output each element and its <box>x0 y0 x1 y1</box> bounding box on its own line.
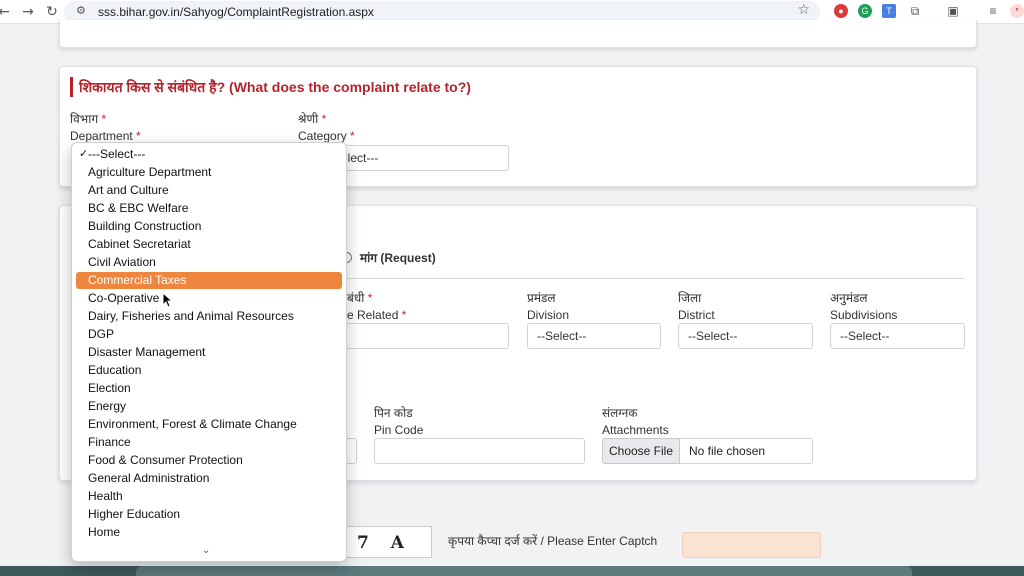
dropdown-option[interactable]: Cabinet Secretariat <box>76 236 342 253</box>
department-dropdown-list[interactable]: ✓ ---Select--- Agriculture Department Art… <box>71 142 347 562</box>
bookmark-star-icon[interactable]: ☆ <box>797 2 810 18</box>
request-label: मांग (Request) <box>360 251 436 265</box>
taskbar-window <box>136 566 912 576</box>
dropdown-option[interactable]: Art and Culture <box>76 182 342 199</box>
translate-icon[interactable]: T <box>882 4 896 18</box>
scroll-down-chevron-icon[interactable]: ⌄ <box>202 545 210 556</box>
reload-icon[interactable]: ↻ <box>42 2 62 22</box>
dropdown-option[interactable]: Civil Aviation <box>76 254 342 271</box>
district-label: District <box>678 308 715 322</box>
subdivision-select[interactable]: --Select-- <box>830 323 965 349</box>
district-label-hindi: जिला <box>678 291 702 305</box>
subdivision-label: Subdivisions <box>830 308 898 322</box>
dropdown-option[interactable]: DGP <box>76 326 342 343</box>
attachments-label-hindi: संलग्नक <box>602 406 638 420</box>
captcha-text: 7 A <box>357 533 412 553</box>
previous-section-card <box>59 20 977 48</box>
pincode-label-hindi: पिन कोड <box>374 406 413 420</box>
divider <box>347 278 965 279</box>
dropdown-option[interactable]: Education <box>76 362 342 379</box>
grammarly-icon[interactable]: G <box>858 4 872 18</box>
screen-search-icon[interactable]: ▣ <box>946 4 960 18</box>
dropdown-option[interactable]: Home <box>76 524 342 541</box>
mouse-cursor-icon <box>162 292 174 308</box>
dropdown-option[interactable]: Finance <box>76 434 342 451</box>
division-select[interactable]: --Select-- <box>527 323 661 349</box>
pincode-input[interactable] <box>374 438 585 464</box>
back-arrow-icon[interactable]: ← <box>0 2 14 22</box>
file-status: No file chosen <box>680 438 813 464</box>
forward-arrow-icon[interactable]: → <box>18 2 38 22</box>
section-title: शिकायत किस से संबंधित है? (What does the… <box>70 77 471 97</box>
department-label-hindi: विभाग * <box>70 112 107 126</box>
profile-avatar-icon[interactable]: ⚬ <box>1010 4 1024 18</box>
dropdown-option[interactable]: Environment, Forest & Climate Change <box>76 416 342 433</box>
dropdown-option[interactable]: Energy <box>76 398 342 415</box>
dropdown-option-highlighted[interactable]: Commercial Taxes <box>76 272 342 289</box>
related-select[interactable] <box>340 323 509 349</box>
dropdown-option[interactable]: Co-Operative <box>76 290 342 307</box>
captcha-prompt: कृपया कैप्चा दर्ज करें / Please Enter Ca… <box>448 534 658 548</box>
subdivision-label-hindi: अनुमंडल <box>830 291 868 305</box>
dropdown-option[interactable]: Disaster Management <box>76 344 342 361</box>
division-label: Division <box>527 308 570 322</box>
dropdown-option[interactable]: Agriculture Department <box>76 164 342 181</box>
captcha-input[interactable] <box>682 532 821 558</box>
dropdown-option[interactable]: Higher Education <box>76 506 342 523</box>
dropdown-option[interactable]: Building Construction <box>76 218 342 235</box>
dropdown-option-select[interactable]: ✓ ---Select--- <box>76 146 342 163</box>
dropdown-option[interactable]: BC & EBC Welfare <box>76 200 342 217</box>
dropdown-option[interactable]: Food & Consumer Protection <box>76 452 342 469</box>
dropdown-option[interactable]: Health <box>76 488 342 505</box>
dropdown-option[interactable]: Dairy, Fisheries and Animal Resources <box>76 308 342 325</box>
attachments-label: Attachments <box>602 423 669 437</box>
category-label-hindi: श्रेणी * <box>298 112 327 126</box>
division-label-hindi: प्रमंडल <box>527 291 556 305</box>
site-settings-icon[interactable]: ⚙ <box>76 4 86 17</box>
dropdown-option[interactable]: General Administration <box>76 470 342 487</box>
pincode-label: Pin Code <box>374 423 424 437</box>
dropdown-option[interactable]: Election <box>76 380 342 397</box>
extensions-puzzle-icon[interactable]: ⧉ <box>908 4 922 18</box>
related-label: e Related * <box>347 308 407 322</box>
checkmark-icon: ✓ <box>79 148 89 160</box>
related-label-hindi: बंधी * <box>347 291 373 305</box>
choose-file-button[interactable]: Choose File <box>602 438 680 464</box>
reading-list-icon[interactable]: ≡ <box>986 4 1000 18</box>
extension-red-icon[interactable]: ● <box>834 4 848 18</box>
url-text: sss.bihar.gov.in/Sahyog/ComplaintRegistr… <box>98 5 374 19</box>
district-select[interactable]: --Select-- <box>678 323 813 349</box>
